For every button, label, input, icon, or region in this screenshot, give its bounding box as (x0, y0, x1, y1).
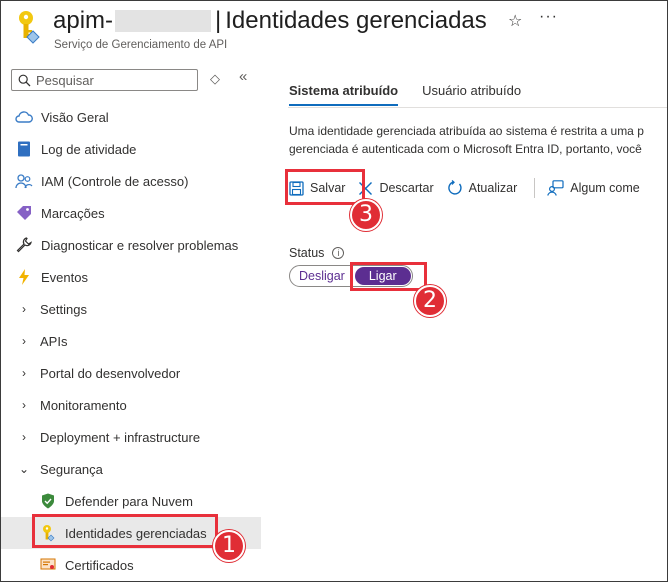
sidebar-item-label: Log de atividade (41, 141, 137, 157)
sidebar-item-label: IAM (Controle de acesso) (41, 173, 189, 189)
step-badge-1: 1 (213, 530, 245, 562)
sidebar-item-label: Certificados (65, 557, 134, 573)
feedback-person-icon (547, 180, 564, 196)
sidebar-nav: Visão Geral Log de atividade IAM (Contro… (1, 101, 261, 581)
more-options-icon[interactable]: ··· (539, 8, 558, 26)
favorite-star-icon[interactable]: ☆ (508, 11, 522, 31)
refresh-label: Atualizar (468, 181, 518, 195)
lightning-icon (15, 268, 33, 286)
refresh-icon (447, 180, 462, 195)
chevron-right-icon: › (22, 302, 26, 316)
page-title: apim- | Identidades gerenciadas (53, 7, 487, 35)
description-line-1: Uma identidade gerenciada atribuída ao s… (289, 124, 644, 138)
sidebar-item-security[interactable]: ⌄ Segurança (1, 453, 261, 485)
sidebar-item-label: Diagnosticar e resolver problemas (41, 237, 239, 253)
sidebar-item-overview[interactable]: Visão Geral (1, 101, 261, 133)
status-off-option[interactable]: Desligar (290, 266, 354, 286)
description-line-2: gerenciada é autenticada com o Microsoft… (289, 142, 642, 156)
sidebar-item-label: Visão Geral (41, 109, 109, 125)
tab-system-assigned[interactable]: Sistema atribuído (289, 83, 399, 106)
wrench-icon (15, 236, 33, 254)
step-badge-3: 3 (350, 199, 382, 231)
sidebar-item-activity-log[interactable]: Log de atividade (1, 133, 261, 165)
chevron-right-icon: › (22, 366, 26, 380)
managed-identity-key-icon (15, 9, 41, 45)
shield-icon (39, 492, 57, 510)
feedback-label: Algum come (570, 181, 640, 195)
sidebar-item-label: Monitoramento (40, 397, 127, 413)
sidebar-item-iam[interactable]: IAM (Controle de acesso) (1, 165, 261, 197)
expand-collapse-icon[interactable]: ◇ (210, 71, 220, 87)
tag-icon (15, 204, 33, 222)
sidebar-item-developer-portal[interactable]: › Portal do desenvolvedor (1, 357, 261, 389)
chevron-right-icon: › (22, 430, 26, 444)
discard-label: Descartar (379, 181, 434, 195)
chevron-right-icon: › (22, 398, 26, 412)
feedback-button[interactable]: Algum come (547, 180, 640, 196)
chevron-right-icon: › (22, 334, 26, 348)
page-subtitle: Serviço de Gerenciamento de API (54, 39, 228, 51)
sidebar-item-label: APIs (40, 333, 68, 349)
people-icon (15, 172, 33, 190)
tab-user-assigned[interactable]: Usuário atribuído (422, 83, 521, 106)
discard-button[interactable]: Descartar (358, 181, 434, 196)
tabs-divider (288, 107, 667, 108)
redacted-resource-name (115, 10, 212, 32)
sidebar-item-label: Portal do desenvolvedor (40, 365, 181, 381)
description-text: Uma identidade gerenciada atribuída ao s… (289, 122, 667, 158)
search-box[interactable] (11, 69, 198, 91)
highlight-managed-identities (32, 514, 218, 548)
sidebar-item-apis[interactable]: › APIs (1, 325, 261, 357)
sidebar-item-label: Defender para Nuvem (65, 493, 193, 509)
sidebar-item-label: Eventos (41, 269, 88, 285)
log-book-icon (15, 140, 33, 158)
sidebar-item-label: Segurança (40, 461, 103, 477)
sidebar-item-label: Marcações (41, 205, 105, 221)
sidebar-item-diagnose[interactable]: Diagnosticar e resolver problemas (1, 229, 261, 261)
sidebar-item-defender[interactable]: Defender para Nuvem (1, 485, 261, 517)
status-label-text: Status (289, 246, 325, 260)
status-label: Status i (289, 246, 345, 260)
sidebar-item-monitoring[interactable]: › Monitoramento (1, 389, 261, 421)
step-badge-2: 2 (414, 285, 446, 317)
title-text: Identidades gerenciadas (225, 7, 487, 34)
certificate-icon (39, 556, 57, 574)
sidebar-item-label: Deployment + infrastructure (40, 429, 201, 445)
sidebar-item-events[interactable]: Eventos (1, 261, 261, 293)
collapse-sidebar-icon[interactable]: « (239, 68, 247, 85)
search-icon (18, 74, 31, 86)
sidebar-item-tags[interactable]: Marcações (1, 197, 261, 229)
info-icon[interactable]: i (332, 247, 345, 259)
highlight-on-toggle (350, 262, 427, 291)
search-input[interactable] (36, 72, 186, 88)
title-separator: | (215, 7, 222, 34)
window: apim- | Identidades gerenciadas Serviço … (0, 0, 668, 582)
cloud-icon (15, 108, 33, 126)
title-prefix: apim- (53, 7, 114, 34)
sidebar-item-settings[interactable]: › Settings (1, 293, 261, 325)
sidebar-item-label: Settings (40, 301, 87, 317)
toolbar-divider (534, 178, 536, 198)
identity-tabs: Sistema atribuído Usuário atribuído (289, 83, 545, 106)
chevron-down-icon: ⌄ (18, 462, 30, 476)
refresh-button[interactable]: Atualizar (447, 180, 518, 196)
sidebar-item-deployment[interactable]: › Deployment + infrastructure (1, 421, 261, 453)
highlight-save-button (285, 169, 365, 205)
